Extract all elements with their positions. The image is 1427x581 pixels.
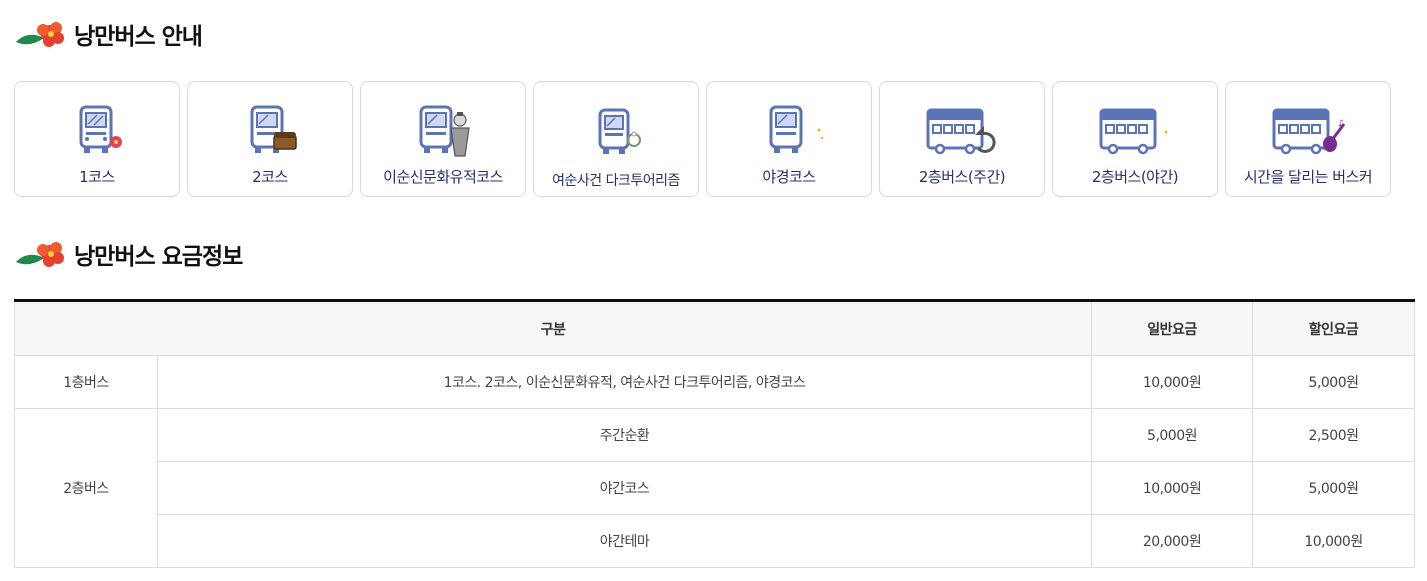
bus-moon-icon (769, 105, 824, 153)
course-card-5[interactable]: 야경코스 (706, 81, 872, 197)
regular-fee-cell: 20,000원 (1091, 514, 1254, 568)
bus-type-cell: 2층버스 (14, 408, 158, 568)
bus-treasure-chest-icon (250, 105, 297, 153)
course-label: 야경코스 (762, 168, 816, 186)
bus-flower-wreath-icon (598, 108, 641, 154)
table-row: 야간테마 20,000원 10,000원 (15, 514, 1416, 568)
table-row: 1층버스 1코스. 2코스, 이순신문화유적, 여순사건 다크투어리즘, 야경코… (14, 355, 1416, 409)
discount-fee-cell: 5,000원 (1252, 355, 1416, 409)
section-title-guide: 낭만버스 안내 (14, 16, 203, 52)
discount-fee-cell: 5,000원 (1252, 461, 1416, 515)
course-cell: 야간코스 (156, 461, 1093, 515)
double-decker-moon-icon (1099, 108, 1168, 155)
course-label: 2층버스(주간) (918, 168, 1006, 186)
table-header-row: 구분 일반요금 할인요금 (13, 300, 1416, 356)
course-cell: 1코스. 2코스, 이순신문화유적, 여순사건 다크투어리즘, 야경코스 (156, 355, 1093, 409)
fee-heading: 낭만버스 요금정보 (74, 244, 243, 270)
course-card-4[interactable]: 여순사건 다크투어리즘 (533, 81, 699, 197)
course-label: 시간을 달리는 버스커 (1243, 168, 1373, 186)
bus-type-cell: 1층버스 (14, 355, 158, 409)
course-card-7[interactable]: 2층버스(야간) (1052, 81, 1218, 197)
course-card-8[interactable]: ♪ 시간을 달리는 버스커 (1225, 81, 1391, 197)
course-label: 여순사건 다크투어리즘 (552, 173, 680, 189)
double-decker-refresh-icon (926, 108, 996, 155)
svg-text:♪: ♪ (1338, 119, 1344, 129)
section-title-fee: 낭만버스 요금정보 (14, 236, 243, 272)
header-category: 구분 (13, 300, 1093, 356)
header-regular-fee: 일반요금 (1091, 300, 1254, 356)
course-label: 2층버스(야간) (1091, 168, 1179, 186)
header-discount-fee: 할인요금 (1252, 300, 1416, 356)
discount-fee-cell: 10,000원 (1252, 514, 1416, 568)
discount-fee-cell: 2,500원 (1252, 408, 1416, 462)
course-card-2[interactable]: 2코스 (187, 81, 353, 197)
regular-fee-cell: 10,000원 (1091, 355, 1254, 409)
double-decker-guitar-icon: ♪ (1272, 108, 1346, 155)
course-card-3[interactable]: 이순신문화유적코스 (360, 81, 526, 197)
regular-fee-cell: 10,000원 (1091, 461, 1254, 515)
course-label: 2코스 (252, 168, 288, 186)
course-label: 이순신문화유적코스 (383, 168, 503, 186)
course-card-1[interactable]: 1코스 (14, 81, 180, 197)
course-cell: 주간순환 (156, 408, 1093, 462)
bus-admiral-icon (419, 105, 470, 157)
guide-heading: 낭만버스 안내 (74, 24, 203, 50)
bus-flower-icon (79, 105, 122, 153)
course-list: 1코스 2코스 이순신문화유적코스 여순사건 다크투어리즘 야경코스 2층버스(… (14, 81, 1414, 199)
table-row: 2층버스 주간순환 5,000원 2,500원 (14, 408, 1416, 568)
regular-fee-cell: 5,000원 (1091, 408, 1254, 462)
course-card-6[interactable]: 2층버스(주간) (879, 81, 1045, 197)
course-label: 1코스 (79, 168, 115, 186)
fee-table: 구분 일반요금 할인요금 1층버스 1코스. 2코스, 이순신문화유적, 여순사… (13, 299, 1416, 568)
camellia-flower-icon (16, 22, 64, 47)
camellia-flower-icon (16, 242, 64, 267)
table-row: 야간코스 10,000원 5,000원 (15, 461, 1416, 515)
course-cell: 야간테마 (156, 514, 1093, 568)
